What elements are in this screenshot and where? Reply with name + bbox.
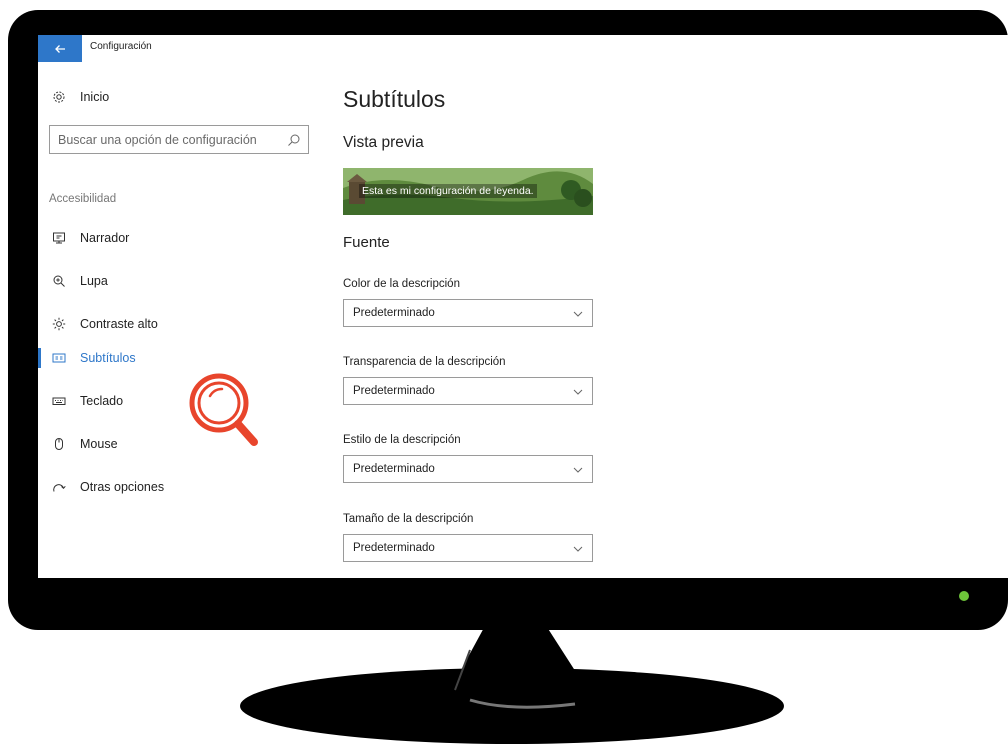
sidebar-item-keyboard[interactable]: Teclado	[52, 394, 123, 408]
sidebar-item-label: Subtítulos	[80, 351, 136, 365]
dropdown-value: Predeterminado	[353, 307, 435, 319]
sidebar-item-label: Lupa	[80, 274, 108, 288]
sidebar-item-other-options[interactable]: Otras opciones	[52, 480, 164, 494]
sidebar: Inicio Accesibilidad Narrador Lupa Contr…	[38, 62, 328, 578]
page-title: Subtítulos	[343, 86, 446, 112]
active-indicator	[38, 348, 41, 368]
caption-style-label: Estilo de la descripción	[343, 434, 461, 446]
caption-size-dropdown[interactable]: Predeterminado	[343, 534, 593, 562]
caption-transparency-dropdown[interactable]: Predeterminado	[343, 377, 593, 405]
sidebar-item-home[interactable]: Inicio	[52, 90, 109, 104]
magnifier-icon	[52, 274, 66, 288]
sidebar-item-label: Otras opciones	[80, 480, 165, 494]
chevron-down-icon	[573, 389, 583, 395]
dropdown-value: Predeterminado	[353, 385, 435, 397]
caption-preview-image: Esta es mi configuración de leyenda.	[343, 168, 593, 215]
preview-heading: Vista previa	[343, 134, 424, 151]
chevron-down-icon	[573, 546, 583, 552]
caption-style-dropdown[interactable]: Predeterminado	[343, 455, 593, 483]
magnifier-overlay-icon	[189, 373, 258, 446]
font-heading: Fuente	[343, 234, 390, 251]
sidebar-item-label: Inicio	[80, 90, 110, 104]
chevron-down-icon	[573, 467, 583, 473]
sidebar-item-label: Contraste alto	[80, 317, 158, 331]
brightness-icon	[52, 317, 66, 331]
search-icon[interactable]	[287, 133, 301, 147]
closed-captions-icon	[52, 351, 66, 365]
sidebar-item-label: Teclado	[80, 394, 124, 408]
main-content: Subtítulos Vista previa Esta es mi confi…	[343, 62, 1008, 578]
caption-transparency-label: Transparencia de la descripción	[343, 356, 506, 368]
sidebar-item-magnifier[interactable]: Lupa	[52, 274, 108, 288]
other-options-icon	[52, 480, 66, 494]
title-bar: Configuración	[38, 35, 1008, 62]
sidebar-item-label: Mouse	[80, 437, 118, 451]
preview-caption: Esta es mi configuración de leyenda.	[359, 184, 537, 198]
keyboard-icon	[52, 394, 66, 408]
sidebar-item-mouse[interactable]: Mouse	[52, 437, 118, 451]
search-box[interactable]	[49, 125, 309, 154]
gear-icon	[52, 90, 66, 104]
window-title: Configuración	[90, 41, 152, 52]
search-input[interactable]	[58, 132, 280, 147]
dropdown-value: Predeterminado	[353, 542, 435, 554]
sidebar-item-high-contrast[interactable]: Contraste alto	[52, 317, 158, 331]
back-arrow-icon	[55, 44, 65, 53]
narrator-icon	[52, 231, 66, 245]
mouse-icon	[52, 437, 66, 451]
sidebar-item-subtitles[interactable]: Subtítulos	[52, 351, 136, 365]
sidebar-item-narrator[interactable]: Narrador	[52, 231, 129, 245]
back-button[interactable]	[38, 35, 82, 62]
sidebar-item-label: Narrador	[80, 231, 130, 245]
caption-color-dropdown[interactable]: Predeterminado	[343, 299, 593, 327]
dropdown-value: Predeterminado	[353, 463, 435, 475]
caption-size-label: Tamaño de la descripción	[343, 513, 474, 525]
settings-window: Configuración Inicio Accesibilidad Narra…	[38, 35, 1008, 578]
chevron-down-icon	[573, 311, 583, 317]
power-led-icon	[959, 591, 969, 601]
section-label: Accesibilidad	[49, 193, 117, 205]
caption-color-label: Color de la descripción	[343, 278, 460, 290]
